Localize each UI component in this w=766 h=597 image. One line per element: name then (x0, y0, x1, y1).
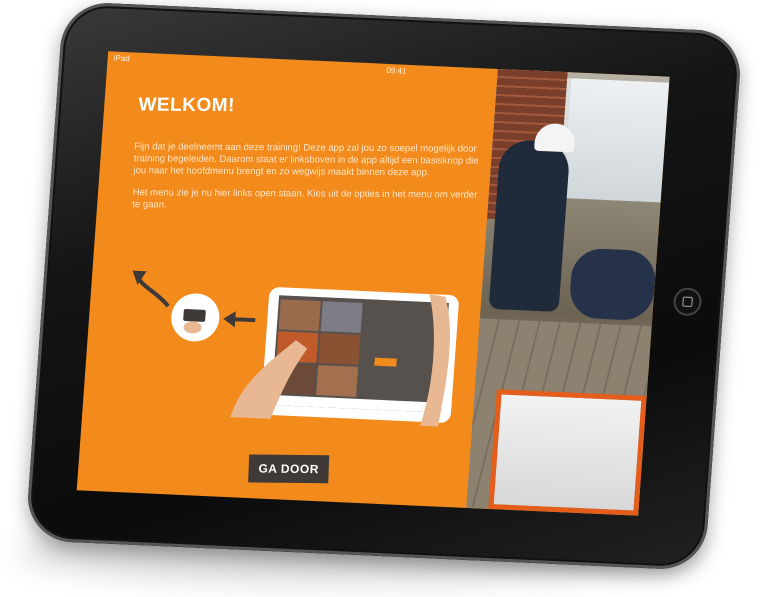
worker-standing (488, 139, 571, 312)
workers-photo (466, 68, 670, 516)
worker-lying (568, 247, 658, 322)
mini-orange-button (374, 357, 397, 367)
menu-button-zoom (183, 309, 206, 322)
back-arrow-icon (136, 276, 170, 308)
mini-photo-2 (320, 301, 363, 333)
app-screen: iPad 09:41 WELKOM! Fijn dat je deelneemt… (76, 51, 670, 516)
intro-text: Fijn dat je deelneemt aan deze training!… (132, 141, 485, 223)
continue-button[interactable]: GA DOOR (248, 454, 330, 484)
intro-paragraph-2: Het menu zie je nu hier links open staan… (132, 187, 478, 211)
left-arrow-head (223, 311, 236, 328)
mini-photo-1 (278, 299, 321, 332)
ipad-device: iPad 09:41 WELKOM! Fijn dat je deelneemt… (25, 1, 743, 571)
orange-crate (488, 389, 647, 516)
window (558, 78, 670, 203)
carrier-label: iPad (113, 53, 131, 63)
page-title: WELKOM! (138, 94, 236, 117)
clock: 09:41 (386, 65, 407, 76)
mini-photo-4 (318, 333, 361, 365)
intro-paragraph-1: Fijn dat je deelneemt aan deze training!… (133, 141, 479, 179)
tutorial-illustration (132, 270, 459, 427)
mini-photo-6 (316, 365, 359, 397)
home-button[interactable] (672, 287, 703, 317)
